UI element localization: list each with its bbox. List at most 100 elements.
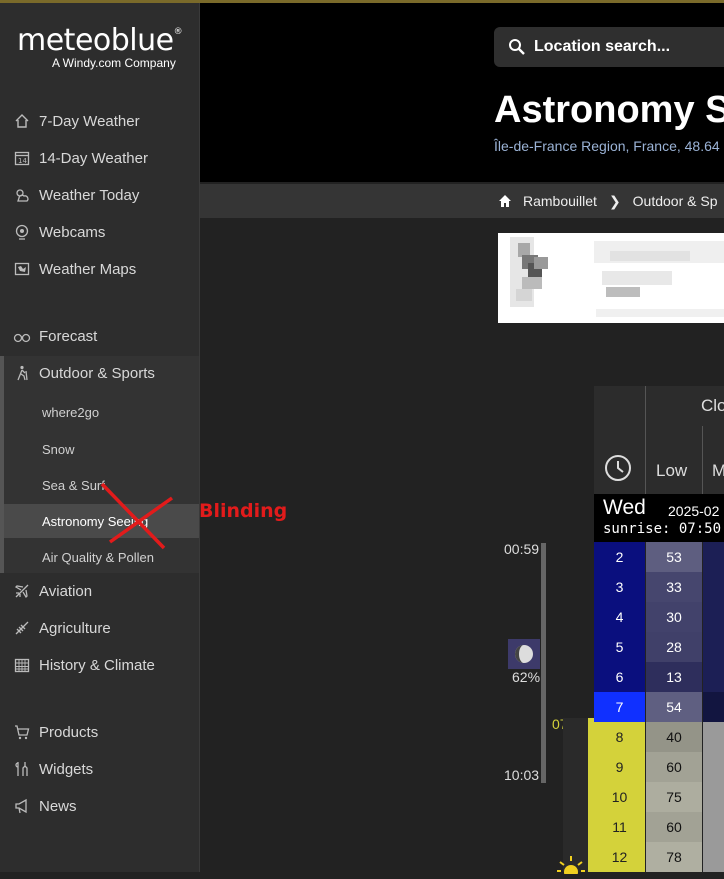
mid-cloud-cell bbox=[703, 722, 724, 752]
nav-weather-maps[interactable]: Weather Maps bbox=[0, 254, 199, 284]
nav-label: Widgets bbox=[39, 760, 94, 778]
moon-phase-percent: 62% bbox=[512, 669, 541, 685]
cart-icon bbox=[13, 723, 31, 741]
low-cloud-cell: 30 bbox=[646, 602, 702, 632]
mid-cloud-cell bbox=[703, 692, 724, 722]
hiker-icon bbox=[13, 364, 31, 382]
table-header: Clo Low M bbox=[594, 386, 724, 494]
low-cloud-header: Low bbox=[656, 461, 688, 480]
subnav-snow[interactable]: Snow bbox=[0, 432, 199, 466]
mid-cloud-cell bbox=[703, 602, 724, 632]
widgets-icon bbox=[13, 760, 31, 778]
hour-cell: 2 bbox=[594, 542, 645, 572]
binoculars-icon bbox=[13, 327, 31, 345]
home-icon[interactable] bbox=[498, 194, 512, 208]
nav-news[interactable]: News bbox=[0, 791, 199, 821]
hour-cell: 5 bbox=[594, 632, 645, 662]
nav-label: Agriculture bbox=[39, 619, 111, 637]
nav-label: Aviation bbox=[39, 582, 93, 600]
hour-cell: 10 bbox=[594, 782, 645, 812]
subnav-label: Snow bbox=[42, 441, 75, 457]
nav-label: 7-Day Weather bbox=[39, 112, 140, 130]
subnav-label: Sea & Surf bbox=[42, 477, 105, 493]
day-name: Wed bbox=[603, 496, 646, 519]
low-cloud-cell: 60 bbox=[646, 812, 702, 842]
hour-cell: 12 bbox=[594, 842, 645, 872]
sun-bar-glow bbox=[563, 718, 588, 872]
moon-bar bbox=[541, 543, 546, 783]
low-cloud-cell: 54 bbox=[646, 692, 702, 722]
hour-cell: 11 bbox=[594, 812, 645, 842]
nav-label: History & Climate bbox=[39, 656, 155, 674]
low-cloud-cell: 33 bbox=[646, 572, 702, 602]
low-cloud-cell: 13 bbox=[646, 662, 702, 692]
hour-cell: 6 bbox=[594, 662, 645, 692]
svg-text:14: 14 bbox=[18, 157, 27, 165]
nav-weather-today[interactable]: Weather Today bbox=[0, 180, 199, 210]
subnav-label: Air Quality & Pollen bbox=[42, 549, 154, 565]
grid-icon bbox=[13, 656, 31, 674]
home-icon bbox=[13, 112, 31, 130]
day-date: 2025-02 bbox=[668, 503, 720, 519]
low-cloud-cell: 53 bbox=[646, 542, 702, 572]
nav-products[interactable]: Products bbox=[0, 717, 199, 747]
pixelated-ad-image bbox=[510, 237, 724, 317]
calendar-14-icon: 14 bbox=[13, 149, 31, 167]
advertisement-banner[interactable] bbox=[498, 233, 724, 323]
nav-7-day-weather[interactable]: 7-Day Weather bbox=[0, 106, 199, 136]
nav-webcams[interactable]: Webcams bbox=[0, 217, 199, 247]
search-icon bbox=[508, 38, 526, 56]
nav-aviation[interactable]: Aviation bbox=[0, 576, 199, 606]
red-cross-annotation bbox=[100, 482, 174, 550]
breadcrumb-item[interactable]: Rambouillet bbox=[523, 193, 597, 209]
breadcrumb: Rambouillet ❯ Outdoor & Sp bbox=[200, 184, 724, 218]
nav-label: Forecast bbox=[39, 327, 98, 345]
cloud-group-header: Clo bbox=[701, 396, 724, 415]
nav-label: Products bbox=[39, 723, 99, 741]
plane-icon bbox=[13, 582, 31, 600]
low-cloud-cell: 28 bbox=[646, 632, 702, 662]
mid-cloud-cell bbox=[703, 542, 724, 572]
hour-cell: 4 bbox=[594, 602, 645, 632]
weather-today-icon bbox=[13, 186, 31, 204]
clock-icon bbox=[604, 454, 632, 487]
mid-cloud-header: M bbox=[712, 461, 724, 480]
hour-cell: 3 bbox=[594, 572, 645, 602]
mid-cloud-cell bbox=[703, 632, 724, 662]
moon-phase-icon bbox=[508, 639, 540, 669]
nav-label: Weather Maps bbox=[39, 260, 137, 278]
nav-history-climate[interactable]: History & Climate bbox=[0, 650, 199, 680]
hour-cell: 7 bbox=[594, 692, 645, 722]
subnav-where2go[interactable]: where2go bbox=[0, 395, 199, 429]
mid-cloud-cell bbox=[703, 662, 724, 692]
nav-label: News bbox=[39, 797, 77, 815]
megaphone-icon bbox=[13, 797, 31, 815]
search-placeholder: Location search... bbox=[534, 38, 671, 55]
brand-logo[interactable]: meteoblue® bbox=[17, 23, 183, 58]
subnav-label: where2go bbox=[42, 404, 100, 420]
nav-label: Outdoor & Sports bbox=[39, 364, 155, 382]
header-divider-2 bbox=[702, 426, 703, 494]
nav-widgets[interactable]: Widgets bbox=[0, 754, 199, 784]
nav-forecast[interactable]: Forecast bbox=[0, 321, 199, 351]
mid-cloud-cell bbox=[703, 752, 724, 782]
map-icon bbox=[13, 260, 31, 278]
page-title: Astronomy S bbox=[494, 89, 724, 131]
wheat-icon bbox=[13, 619, 31, 637]
breadcrumb-item[interactable]: Outdoor & Sp bbox=[633, 193, 718, 209]
moonset-time: 10:03 bbox=[504, 767, 540, 783]
header-divider bbox=[645, 386, 646, 494]
low-cloud-cell: 40 bbox=[646, 722, 702, 752]
nav-14-day-weather[interactable]: 14 14-Day Weather bbox=[0, 143, 199, 173]
nav-agriculture[interactable]: Agriculture bbox=[0, 613, 199, 643]
location-search[interactable]: Location search... bbox=[494, 27, 724, 67]
day-sunrise: sunrise: 07:50 bbox=[603, 521, 722, 537]
low-cloud-cell: 78 bbox=[646, 842, 702, 872]
nav-outdoor-sports[interactable]: Outdoor & Sports bbox=[0, 358, 199, 388]
chevron-right-icon: ❯ bbox=[608, 192, 621, 209]
annotation-label: Blinding bbox=[199, 500, 288, 522]
mid-cloud-cell bbox=[703, 842, 724, 872]
low-cloud-cell: 75 bbox=[646, 782, 702, 812]
nav-label: 14-Day Weather bbox=[39, 149, 148, 167]
moonrise-time: 00:59 bbox=[504, 541, 540, 557]
